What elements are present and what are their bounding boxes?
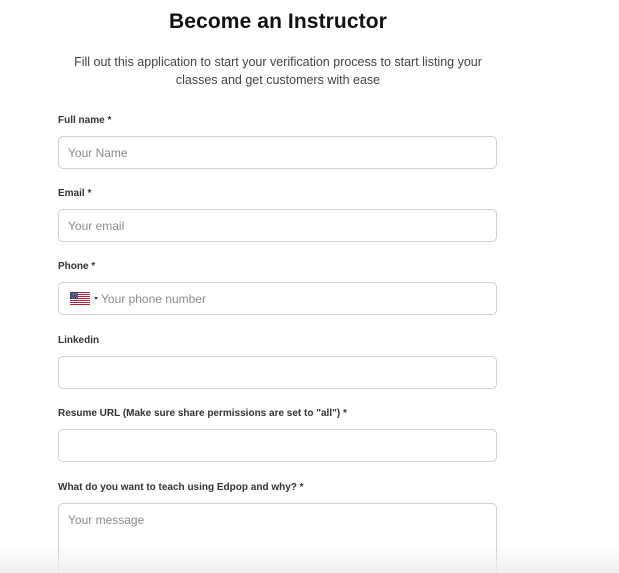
linkedin-field: Linkedin (58, 334, 497, 389)
full-name-input[interactable] (58, 136, 497, 169)
us-flag-icon (70, 292, 90, 305)
email-label: Email * (58, 188, 92, 199)
full-name-label: Full name * (58, 115, 112, 126)
instructor-application-page: Become an Instructor Fill out this appli… (0, 0, 619, 573)
phone-input[interactable] (98, 284, 496, 313)
country-code-select[interactable] (70, 289, 98, 309)
phone-field: Phone * (58, 260, 497, 315)
teach-reason-textarea[interactable] (58, 503, 497, 573)
linkedin-input[interactable] (58, 356, 497, 389)
full-name-field: Full name * (58, 114, 497, 169)
phone-label: Phone * (58, 261, 96, 272)
page-title: Become an Instructor (169, 10, 387, 33)
page-subtitle: Fill out this application to start your … (74, 55, 482, 87)
email-field: Email * (58, 187, 497, 242)
teach-reason-field: What do you want to teach using Edpop an… (58, 481, 497, 573)
resume-url-label: Resume URL (Make sure share permissions … (58, 408, 347, 419)
email-input[interactable] (58, 209, 497, 242)
linkedin-label: Linkedin (58, 335, 100, 346)
phone-input-wrapper (58, 282, 497, 315)
resume-url-input[interactable] (58, 429, 497, 462)
teach-reason-label: What do you want to teach using Edpop an… (58, 482, 304, 493)
resume-url-field: Resume URL (Make sure share permissions … (58, 407, 497, 462)
